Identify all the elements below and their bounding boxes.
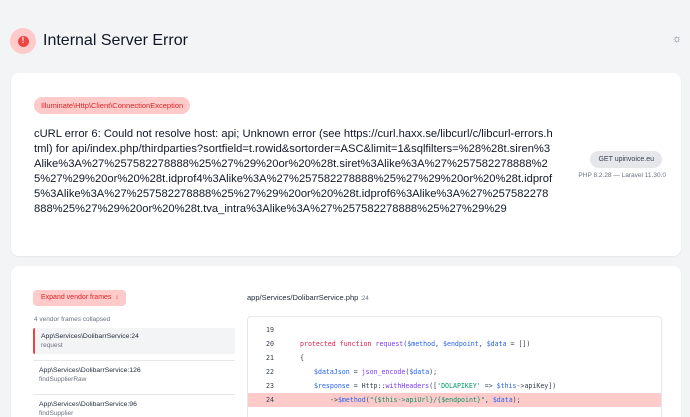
frame-function: findSupplierRaw bbox=[39, 376, 87, 383]
line-number: 23 bbox=[266, 382, 274, 390]
frame-function: request bbox=[41, 342, 63, 349]
frame-class: App\Services\DolibarrService bbox=[39, 367, 128, 374]
code-line-highlighted: 24 ->$method("{$this->apiUrl}/{$endpoint… bbox=[248, 393, 661, 407]
exception-class-badge: Illuminate\Http\Client\ConnectionExcepti… bbox=[34, 97, 191, 114]
frame-class: App\Services\DolibarrService bbox=[41, 333, 130, 340]
frame-line: :126 bbox=[127, 367, 141, 374]
exception-message: cURL error 6: Could not resolve host: ap… bbox=[34, 128, 553, 215]
code-line: 21 { bbox=[248, 351, 661, 365]
line-number: 20 bbox=[266, 340, 274, 348]
code-line: 23 $response = Http::withHeaders(['DOLAP… bbox=[248, 379, 661, 393]
theme-toggle-icon[interactable]: ☼ bbox=[672, 34, 682, 45]
frame-line: :96 bbox=[127, 401, 137, 408]
expand-chevron-icon: ↕ bbox=[115, 295, 119, 301]
error-icon: ! bbox=[10, 28, 36, 54]
stack-trace-card: Expand vendor frames ↕ 4 vendor frames c… bbox=[11, 266, 681, 417]
frame-class: App\Services\DolibarrService bbox=[39, 401, 128, 408]
line-number: 21 bbox=[266, 354, 274, 362]
code-line: 22 $dataJson = json_encode($data); bbox=[248, 365, 661, 379]
top-bar: ! Internal Server Error ☼ bbox=[0, 0, 690, 70]
code-line: 20 protected function request($method, $… bbox=[248, 337, 661, 351]
line-number: 24 bbox=[266, 396, 274, 404]
code-text: $response = Http::withHeaders(['DOLAPIKE… bbox=[314, 382, 557, 390]
stack-frame[interactable]: App\Services\DolibarrService:24 request bbox=[33, 328, 235, 354]
code-text: ->$method("{$this->apiUrl}/{$endpoint}",… bbox=[330, 396, 521, 404]
code-text: protected function request($method, $end… bbox=[300, 340, 531, 348]
frame-line: :24 bbox=[129, 333, 139, 340]
expand-vendor-frames-label: Expand vendor frames bbox=[41, 294, 112, 301]
frame-divider bbox=[33, 360, 235, 361]
stack-frame[interactable]: App\Services\DolibarrService:96 findSupp… bbox=[33, 396, 235, 417]
collapsed-frames-note: 4 vendor frames collapsed bbox=[34, 316, 111, 323]
expand-vendor-frames-button[interactable]: Expand vendor frames ↕ bbox=[33, 290, 127, 306]
code-viewer: 19 20 protected function request($method… bbox=[247, 316, 662, 417]
line-number: 19 bbox=[266, 326, 274, 334]
code-text: $dataJson = json_encode($data); bbox=[314, 368, 438, 376]
line-number: 22 bbox=[266, 368, 274, 376]
frame-function: findSupplier bbox=[39, 410, 74, 417]
code-text: { bbox=[300, 354, 304, 362]
exception-card: Illuminate\Http\Client\ConnectionExcepti… bbox=[11, 73, 681, 256]
source-file-path[interactable]: app/Services/DolibarrService.php:24 bbox=[247, 293, 369, 302]
version-info: PHP 8.2.28 — Laravel 11.30.0 bbox=[578, 172, 666, 179]
source-file-line: :24 bbox=[360, 296, 369, 302]
code-line: 19 bbox=[248, 323, 661, 337]
page-title: Internal Server Error bbox=[43, 32, 188, 49]
source-file-name: app/Services/DolibarrService.php bbox=[247, 293, 359, 302]
stack-frame[interactable]: App\Services\DolibarrService:126 findSup… bbox=[33, 362, 235, 388]
frame-divider bbox=[33, 394, 235, 395]
request-badge: GET upinvoice.eu bbox=[590, 151, 662, 168]
error-icon-glyph: ! bbox=[17, 35, 29, 47]
